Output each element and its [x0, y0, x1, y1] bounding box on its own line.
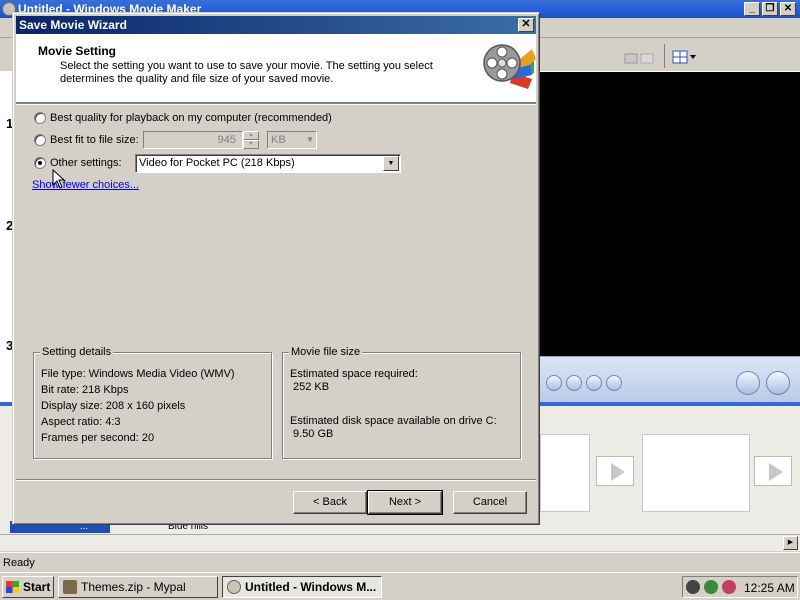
start-button[interactable]: Start [2, 576, 54, 598]
button-row-divider [16, 479, 536, 481]
taskbar-item-movie-maker[interactable]: Untitled - Windows M... [222, 576, 382, 598]
disk-space-value: 9.50 GB [293, 428, 334, 440]
other-settings-value: Video for Pocket PC (218 Kbps) [139, 157, 295, 169]
new-folder-icon[interactable] [640, 50, 656, 64]
split-clip-icon[interactable] [736, 371, 760, 395]
mypal-browser-icon [63, 580, 77, 594]
clock[interactable]: 12:25 AM [744, 581, 795, 595]
system-tray: 12:25 AM [682, 576, 798, 598]
spin-down-icon[interactable]: ▼ [243, 140, 259, 149]
back-button[interactable]: < Back [293, 491, 367, 514]
aspect-ratio-detail: Aspect ratio: 4:3 [41, 416, 121, 428]
views-icon[interactable] [672, 50, 698, 64]
header-divider [16, 103, 536, 105]
next-button[interactable]: Next > [367, 490, 443, 515]
tray-network-icon[interactable] [704, 580, 718, 594]
best-quality-label[interactable]: Best quality for playback on my computer… [50, 112, 332, 124]
setting-details-legend: Setting details [40, 346, 114, 358]
minimize-icon[interactable]: _ [744, 2, 760, 16]
taskbar-item-mypal[interactable]: Themes.zip - Mypal [58, 576, 218, 598]
toolbar-divider [664, 44, 665, 68]
space-required-value: 252 KB [293, 381, 330, 393]
close-icon[interactable]: ✕ [780, 2, 796, 16]
wizard-header: Movie Setting Select the setting you wan… [16, 34, 536, 103]
start-label: Start [23, 580, 51, 594]
space-required-label: Estimated space required: [290, 368, 418, 380]
collection-up-icon[interactable] [624, 50, 640, 64]
disk-space-label: Estimated disk space available on drive … [290, 415, 497, 427]
best-fit-label[interactable]: Best fit to file size: [50, 134, 139, 146]
cancel-button[interactable]: Cancel [453, 491, 527, 514]
best-quality-radio[interactable] [34, 112, 46, 124]
storyboard-frame[interactable] [540, 434, 590, 512]
wizard-page-description: Select the setting you want to use to sa… [60, 60, 433, 85]
save-movie-wizard-dialog: Save Movie Wizard ✕ Movie Setting Select… [12, 12, 540, 525]
bit-rate-detail: Bit rate: 218 Kbps [41, 384, 129, 396]
file-size-input[interactable]: 945 [143, 131, 243, 149]
storyboard-frame[interactable] [642, 434, 750, 512]
previous-frame-icon[interactable] [566, 375, 582, 391]
chevron-down-icon: ▼ [306, 135, 314, 144]
frames-per-second-detail: Frames per second: 20 [41, 432, 155, 444]
other-settings-radio[interactable] [34, 157, 46, 169]
dialog-titlebar[interactable]: Save Movie Wizard ✕ [16, 16, 536, 34]
pause-icon[interactable] [586, 375, 602, 391]
take-picture-icon[interactable] [766, 371, 790, 395]
transition-arrow-icon[interactable] [596, 456, 634, 486]
spin-up-icon[interactable]: ▲ [243, 131, 259, 140]
taskbar-item-label: Themes.zip - Mypal [81, 580, 186, 594]
show-fewer-choices-link[interactable]: Show fewer choices... [32, 179, 139, 191]
playback-controls [540, 356, 800, 402]
file-size-unit-value: KB [271, 134, 286, 146]
next-frame-icon[interactable] [606, 375, 622, 391]
mouse-cursor-icon [52, 169, 66, 189]
play-icon[interactable] [546, 375, 562, 391]
restore-icon[interactable]: ❐ [762, 2, 778, 16]
transition-arrow-icon[interactable] [754, 456, 792, 486]
wizard-page-title: Movie Setting [38, 44, 117, 58]
movie-maker-icon [227, 580, 241, 594]
status-text: Ready [3, 557, 35, 569]
chevron-down-icon[interactable]: ▼ [383, 156, 399, 171]
storyboard-scrollbar[interactable]: ▶ [0, 534, 800, 551]
setting-details-group: Setting details File type: Windows Media… [33, 346, 272, 459]
display-size-detail: Display size: 208 x 160 pixels [41, 400, 186, 412]
file-size-unit-select[interactable]: KB ▼ [267, 131, 317, 149]
taskbar-item-label: Untitled - Windows M... [245, 580, 377, 594]
tray-security-icon[interactable] [722, 580, 736, 594]
tray-audio-icon[interactable] [686, 580, 700, 594]
dialog-title: Save Movie Wizard [19, 18, 127, 32]
file-type-detail: File type: Windows Media Video (WMV) [41, 368, 235, 380]
other-settings-label[interactable]: Other settings: [50, 157, 122, 169]
movie-file-size-legend: Movie file size [289, 346, 363, 358]
status-bar: Ready [0, 552, 800, 572]
movie-file-size-group: Movie file size Estimated space required… [282, 346, 521, 459]
other-settings-dropdown[interactable]: Video for Pocket PC (218 Kbps) ▼ [135, 154, 401, 173]
file-size-spinner[interactable]: ▲ ▼ [243, 131, 259, 149]
windows-logo-icon [6, 581, 19, 593]
taskbar: Start Themes.zip - Mypal Untitled - Wind… [0, 572, 800, 600]
scroll-right-icon[interactable]: ▶ [783, 536, 798, 550]
movie-reel-icon [483, 44, 536, 89]
preview-monitor [540, 72, 800, 356]
dialog-close-button[interactable]: ✕ [518, 18, 534, 32]
best-fit-radio[interactable] [34, 134, 46, 146]
